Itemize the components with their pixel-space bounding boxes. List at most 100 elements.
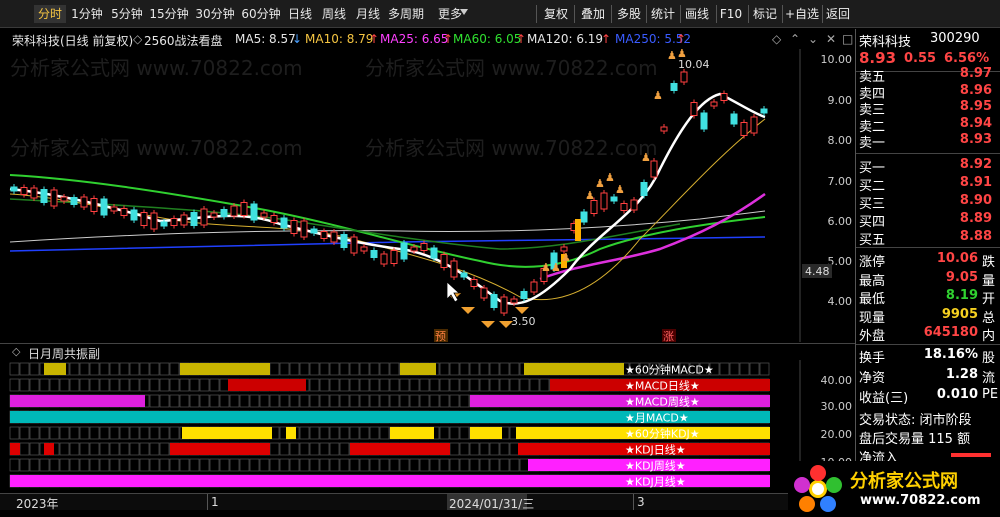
grid-cell	[489, 458, 500, 472]
grid-cell	[389, 378, 400, 392]
back-button[interactable]: 返回	[823, 5, 853, 23]
grid-cell	[449, 442, 460, 456]
grid-cell	[749, 362, 760, 376]
grid-cell	[459, 442, 470, 456]
multi-stock-button[interactable]: 多股	[613, 5, 645, 23]
tab-multi-period[interactable]: 多周期	[386, 5, 426, 23]
mouse-cursor-icon	[446, 281, 461, 303]
quote-value: 8.90	[959, 193, 992, 208]
tab-daily[interactable]: 日线	[285, 5, 315, 23]
quote-value: 8.91	[959, 175, 992, 190]
watermark-text: 分析家公式网 www.70822.com	[365, 136, 658, 160]
tab-1min[interactable]: 1分钟	[68, 5, 106, 23]
candle-body	[620, 203, 628, 211]
grid-cell	[349, 458, 360, 472]
grid-cell	[439, 362, 450, 376]
quote-suffix: PE	[982, 387, 999, 402]
mark-button[interactable]: 标记	[750, 5, 780, 23]
tab-fenshi[interactable]: 分时	[34, 5, 66, 23]
quote-label: 收益(三)	[859, 391, 909, 406]
grid-cell	[339, 394, 350, 408]
grid-cell	[489, 362, 500, 376]
quote-label: 买四	[859, 215, 886, 230]
grid-cell	[89, 426, 100, 440]
logo-url: www.70822.com	[860, 493, 981, 508]
axis-tick	[207, 494, 208, 510]
grid-cell	[269, 442, 280, 456]
grid-cell	[159, 394, 170, 408]
low-price-label: 3.50	[511, 315, 536, 328]
grid-cell	[479, 378, 490, 392]
quote-value: 8.96	[959, 82, 992, 98]
resonance-segment	[44, 363, 66, 375]
collapse-icon[interactable]: ◇	[12, 345, 20, 358]
kline-svg[interactable]: 分析家公式网 www.70822.com 分析家公式网 www.70822.co…	[0, 47, 855, 343]
add-watchlist-button[interactable]: +自选	[783, 5, 821, 23]
tab-60min[interactable]: 60分钟	[239, 5, 283, 23]
tab-5min[interactable]: 5分钟	[108, 5, 146, 23]
fuquan-button[interactable]: 复权	[540, 5, 572, 23]
time-axis: 2023年 1 2024/01/31/三 3	[0, 493, 855, 511]
candle-body	[270, 215, 278, 223]
grid-cell	[279, 394, 290, 408]
resonance-segment	[10, 395, 145, 407]
expand-icon[interactable]: □	[842, 32, 853, 46]
f10-button[interactable]: F10	[717, 5, 745, 23]
resonance-segment	[400, 363, 436, 375]
candle-body	[590, 200, 598, 214]
candle-body	[30, 187, 38, 199]
grid-cell	[19, 458, 30, 472]
candle-body	[70, 197, 78, 205]
quote-suffix: 内	[982, 329, 996, 344]
candlesticks: ♟ ♟♟♟♟ ♟♟♟♟♟ ♟	[10, 47, 768, 328]
collapse-icon[interactable]: ◇	[133, 32, 142, 46]
grid-cell	[69, 378, 80, 392]
candle-body	[290, 220, 298, 234]
candle-body	[100, 198, 108, 216]
grid-cell	[199, 394, 210, 408]
resonance-segment	[524, 363, 624, 375]
grid-cell	[309, 442, 320, 456]
diamond-signal-icon	[515, 307, 529, 314]
tab-30min[interactable]: 30分钟	[193, 5, 237, 23]
toolbar-divider	[536, 5, 537, 23]
resonance-indicator[interactable]: 40.00 30.00 20.00 10.00 ★60分钟MACD★★MACD日…	[0, 360, 855, 493]
statistics-button[interactable]: 统计	[647, 5, 679, 23]
grid-cell	[519, 458, 530, 472]
resonance-row-label: ★MACD周线★	[625, 395, 700, 409]
grid-cell	[139, 362, 150, 376]
grid-cell	[469, 458, 480, 472]
draw-line-button[interactable]: 画线	[681, 5, 713, 23]
formula-name[interactable]: 2560战法看盘	[144, 32, 223, 49]
grid-cell	[289, 442, 300, 456]
grid-cell	[299, 362, 310, 376]
grid-cell	[459, 378, 470, 392]
grid-cell	[189, 458, 200, 472]
close-icon[interactable]: ✕	[826, 32, 836, 46]
chevron-down-icon[interactable]: ⌄	[808, 32, 818, 46]
ma60-label: MA60: 6.05	[453, 32, 522, 46]
quote-value: 8.89	[959, 211, 992, 226]
overlay-button[interactable]: 叠加	[577, 5, 609, 23]
grid-cell	[359, 378, 370, 392]
candle-body	[520, 291, 528, 299]
grid-cell	[9, 458, 20, 472]
kline-chart[interactable]: 分析家公式网 www.70822.com 分析家公式网 www.70822.co…	[0, 47, 855, 343]
tab-15min[interactable]: 15分钟	[147, 5, 191, 23]
candle-body	[490, 294, 498, 308]
price-change-pct: 6.56%	[944, 51, 990, 66]
tab-weekly[interactable]: 周线	[319, 5, 349, 23]
grid-cell	[69, 362, 80, 376]
diamond-icon[interactable]: ◇	[772, 32, 781, 46]
grid-cell	[209, 458, 220, 472]
watermark-text: 分析家公式网 www.70822.com	[10, 136, 303, 160]
axis-tick	[633, 494, 634, 510]
chevron-up-icon[interactable]: ⌃	[790, 32, 800, 46]
grid-cell	[329, 394, 340, 408]
candle-body	[90, 198, 98, 212]
chevron-down-icon[interactable]	[460, 9, 468, 15]
candle-body	[260, 212, 268, 218]
tab-monthly[interactable]: 月线	[353, 5, 383, 23]
grid-cell	[99, 442, 110, 456]
candle-body	[180, 214, 188, 226]
